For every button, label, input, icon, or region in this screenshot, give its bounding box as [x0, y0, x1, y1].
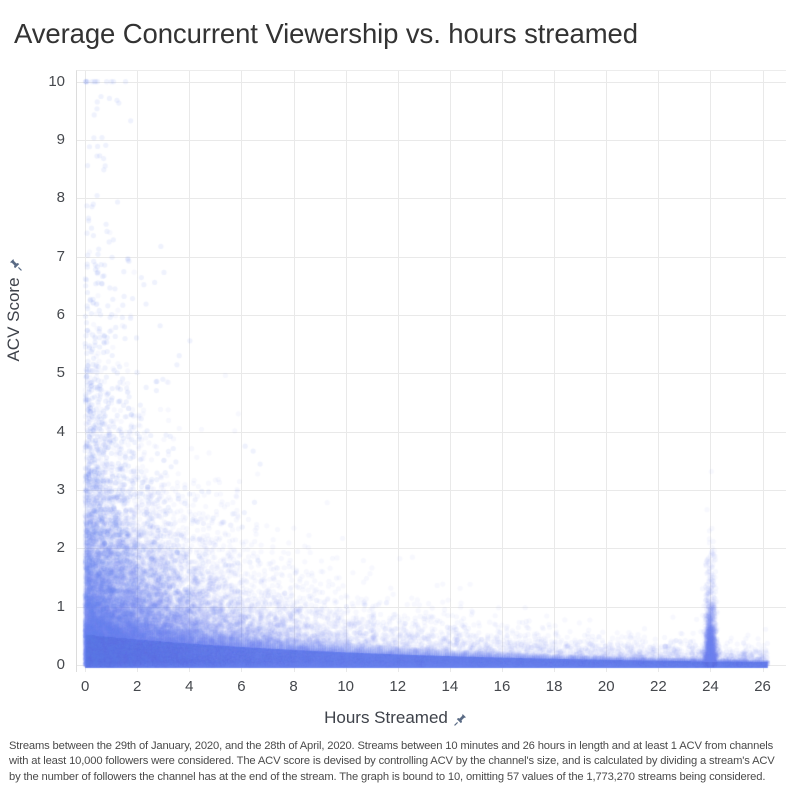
- gridline-vertical: [763, 70, 764, 672]
- gridline-horizontal: [76, 315, 786, 316]
- footnote: Streams between the 29th of January, 202…: [9, 739, 785, 785]
- x-tick-label: 18: [545, 678, 563, 695]
- gridline-vertical: [710, 70, 711, 672]
- gridlines: [76, 70, 786, 672]
- y-axis-title: ACV Score: [4, 190, 24, 430]
- x-tick-label: 4: [185, 678, 194, 695]
- x-tick-label: 26: [754, 678, 771, 695]
- gridline-vertical: [606, 70, 607, 672]
- y-axis-title-label: ACV Score: [4, 277, 23, 362]
- x-axis-title-label: Hours Streamed: [324, 708, 448, 727]
- gridline-vertical: [241, 70, 242, 672]
- x-axis-tick-labels: 0 2 4 6 8 10 12 14 16 18 20 22 24 26: [76, 672, 786, 702]
- pushpin-icon[interactable]: [454, 713, 467, 726]
- gridline-vertical: [658, 70, 659, 672]
- x-tick-label: 0: [80, 678, 90, 695]
- x-tick-label: 14: [441, 678, 459, 695]
- gridline-vertical: [294, 70, 295, 672]
- gridline-horizontal: [76, 198, 786, 199]
- gridline-vertical: [398, 70, 399, 672]
- y-tick-label: 1: [56, 597, 65, 615]
- x-tick-label: 8: [289, 678, 298, 695]
- pushpin-icon[interactable]: [9, 258, 22, 272]
- y-tick-label: 0: [56, 656, 65, 673]
- x-tick-label: 24: [702, 678, 719, 695]
- y-tick-label: 10: [48, 72, 65, 90]
- y-tick-label: 3: [56, 481, 65, 498]
- gridline-horizontal: [76, 373, 786, 374]
- y-tick-label: 9: [56, 131, 65, 148]
- x-tick-label: 12: [389, 678, 407, 695]
- gridline-horizontal: [76, 140, 786, 141]
- page-title: Average Concurrent Viewership vs. hours …: [14, 18, 638, 49]
- plot-area: [76, 70, 786, 672]
- gridline-horizontal: [76, 665, 786, 666]
- x-axis-title: Hours Streamed: [0, 708, 791, 728]
- footnote-text: Streams between the 29th of January, 202…: [9, 740, 775, 783]
- gridline-vertical: [502, 70, 503, 672]
- gridline-vertical: [85, 70, 86, 672]
- gridline-vertical: [137, 70, 138, 672]
- x-tick-label: 20: [597, 678, 615, 695]
- gridline-vertical: [346, 70, 347, 672]
- gridline-horizontal: [76, 607, 786, 608]
- gridline-vertical: [189, 70, 190, 672]
- y-tick-label: 2: [56, 539, 65, 557]
- x-tick-label: 22: [649, 678, 667, 695]
- x-tick-label: 2: [133, 678, 142, 695]
- gridline-horizontal: [76, 548, 786, 549]
- gridline-horizontal: [76, 82, 786, 83]
- gridline-horizontal: [76, 432, 786, 433]
- gridline-vertical: [554, 70, 555, 672]
- chart-container: Average Concurrent Viewership vs. hours …: [0, 0, 791, 796]
- x-tick-label: 16: [493, 678, 511, 695]
- gridline-horizontal: [76, 490, 786, 491]
- x-tick-label: 6: [237, 678, 246, 695]
- gridline-horizontal: [76, 257, 786, 258]
- gridline-vertical: [450, 70, 451, 672]
- x-tick-label: 10: [337, 678, 354, 695]
